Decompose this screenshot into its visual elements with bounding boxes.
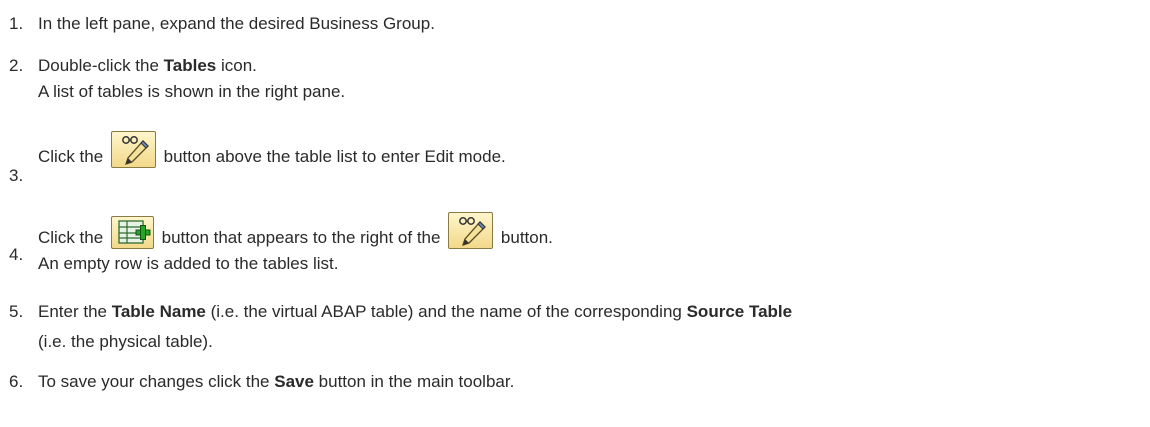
step-result: An empty row is added to the tables list… <box>38 254 339 273</box>
step-text: Click the <box>38 147 108 166</box>
step-number: 6. <box>9 372 24 391</box>
step-number: 4. <box>9 245 24 264</box>
edit-button-icon <box>448 212 494 249</box>
step-number: 1. <box>9 14 24 33</box>
step-text: Double-click the <box>38 56 164 75</box>
step-text: button in the main toolbar. <box>313 372 515 391</box>
step-text: button above the table list to enter Edi… <box>158 147 506 166</box>
step-text: Enter the <box>38 302 112 321</box>
add-row-button-icon <box>110 216 154 249</box>
step-bold-text: Save <box>274 372 314 391</box>
edit-button-icon <box>110 131 156 168</box>
step-text: To save your changes click the <box>38 372 275 391</box>
step-bold-text: Table Name <box>111 302 206 321</box>
step-text: (i.e. the physical table). <box>38 332 213 351</box>
step-text: button. <box>496 228 553 247</box>
step-number: 5. <box>9 302 24 321</box>
step-text: In the left pane, expand the desired Bus… <box>38 14 435 33</box>
step-result: A list of tables is shown in the right p… <box>38 82 346 101</box>
step-text: button that appears to the right of the <box>156 228 446 247</box>
step-text: icon. <box>216 56 257 75</box>
instruction-steps: 1. In the left pane, expand the desired … <box>0 0 1150 427</box>
step-number: 2. <box>9 56 24 75</box>
step-text: (i.e. the virtual ABAP table) and the na… <box>205 302 687 321</box>
step-text: Click the <box>38 228 108 247</box>
step-bold-text: Source Table <box>686 302 793 321</box>
step-number: 3. <box>9 166 24 185</box>
step-bold-text: Tables <box>163 56 217 75</box>
